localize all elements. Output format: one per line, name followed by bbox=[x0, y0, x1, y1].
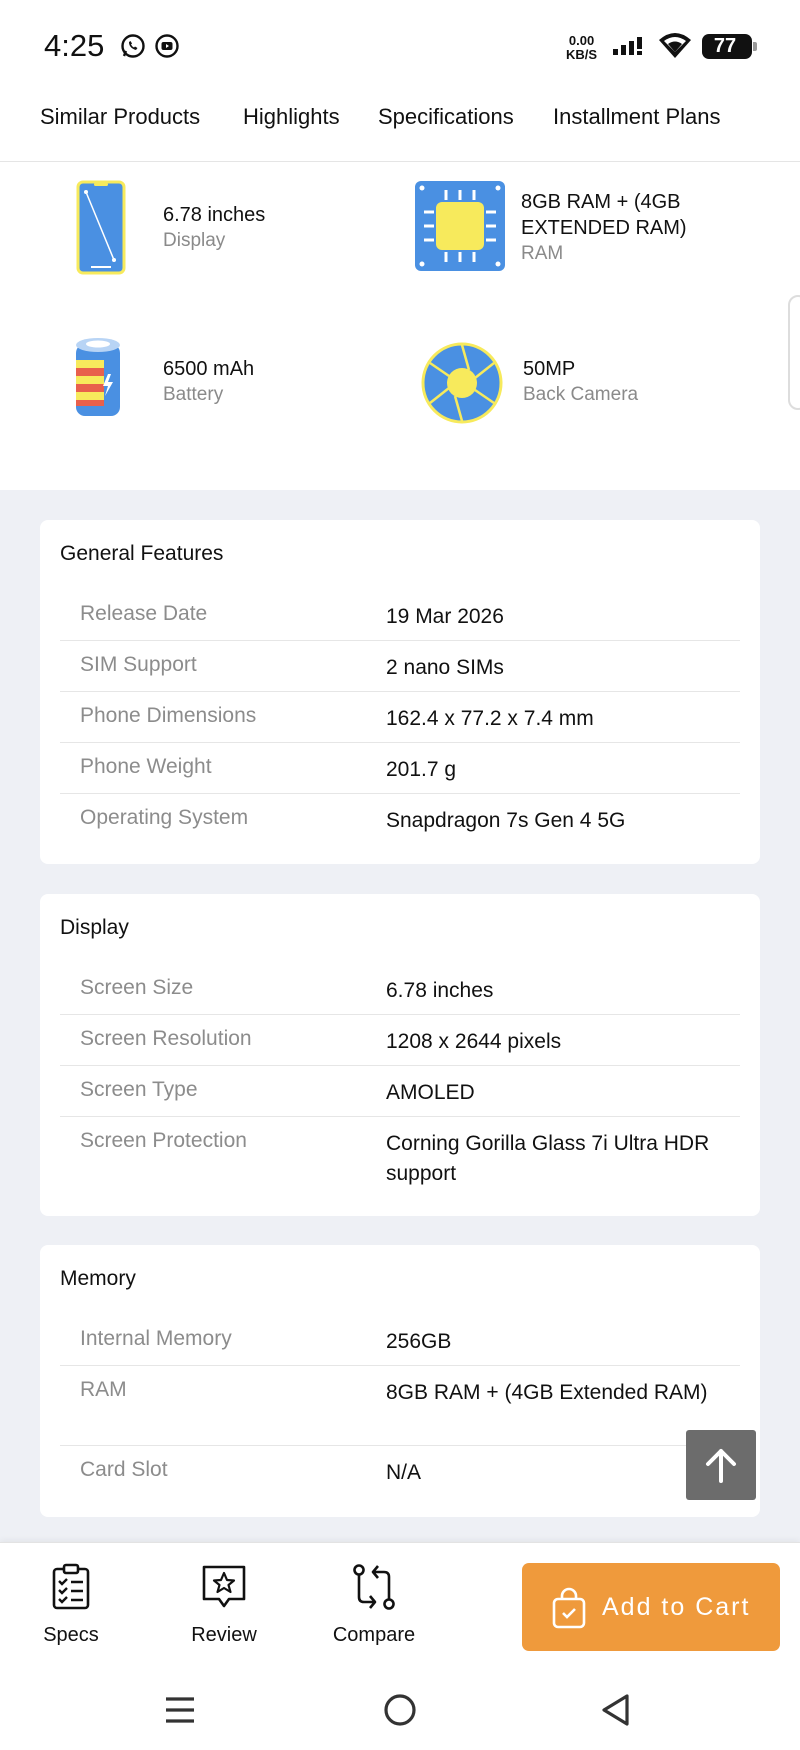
spec-row: Screen Resolution 1208 x 2644 pixels bbox=[60, 1015, 740, 1066]
spec-row: Screen Protection Corning Gorilla Glass … bbox=[60, 1117, 740, 1201]
net-speed-value: 0.00 bbox=[568, 33, 595, 48]
highlight-value: 50MP bbox=[523, 358, 576, 380]
spec-value: 1208 x 2644 pixels bbox=[386, 1030, 562, 1053]
spec-row: Screen Type AMOLED bbox=[60, 1066, 740, 1117]
card-title: Display bbox=[60, 916, 129, 939]
spec-label: Phone Dimensions bbox=[80, 704, 257, 727]
chip-icon bbox=[414, 180, 506, 277]
side-drawer-handle[interactable] bbox=[788, 295, 800, 410]
spec-value: 2 nano SIMs bbox=[386, 656, 504, 679]
spec-label: Phone Weight bbox=[80, 755, 212, 778]
back-icon[interactable] bbox=[600, 1693, 632, 1732]
spec-row: Operating System Snapdragon 7s Gen 4 5G bbox=[60, 794, 740, 845]
spec-value: 8GB RAM + (4GB Extended RAM) bbox=[386, 1381, 708, 1404]
tab-highlights[interactable]: Highlights bbox=[243, 104, 340, 130]
spec-row: Internal Memory 256GB bbox=[60, 1315, 740, 1366]
highlight-value: 6500 mAh bbox=[163, 358, 255, 380]
spec-value: Snapdragon 7s Gen 4 5G bbox=[386, 809, 626, 832]
home-icon[interactable] bbox=[383, 1693, 417, 1732]
battery-icon bbox=[74, 336, 122, 423]
spec-label: Release Date bbox=[80, 602, 208, 625]
specs-label: Specs bbox=[43, 1624, 99, 1646]
spec-value: 19 Mar 2026 bbox=[386, 605, 504, 628]
status-time: 4:25 bbox=[44, 28, 105, 63]
spec-label: Screen Size bbox=[80, 976, 194, 999]
youtube-icon bbox=[154, 33, 180, 64]
wifi-icon bbox=[658, 32, 692, 65]
highlight-battery: 6500 mAh Battery bbox=[163, 356, 254, 408]
spec-value: AMOLED bbox=[386, 1081, 475, 1104]
compare-button[interactable]: Compare bbox=[330, 1563, 418, 1647]
specs-button[interactable]: Specs bbox=[40, 1563, 102, 1647]
spec-row: Phone Dimensions 162.4 x 77.2 x 7.4 mm bbox=[60, 692, 740, 743]
card-title: General Features bbox=[60, 542, 224, 565]
review-label: Review bbox=[191, 1624, 257, 1646]
scroll-to-top-button[interactable] bbox=[686, 1430, 756, 1500]
menu-icon[interactable] bbox=[164, 1694, 196, 1731]
phone-display-icon bbox=[76, 180, 126, 280]
compare-label: Compare bbox=[332, 1624, 416, 1646]
tab-installment-plans[interactable]: Installment Plans bbox=[553, 104, 721, 130]
spec-label: RAM bbox=[80, 1378, 127, 1401]
whatsapp-icon bbox=[120, 33, 146, 64]
net-speed-unit: KB/S bbox=[566, 47, 598, 62]
spec-label: Screen Type bbox=[80, 1078, 198, 1101]
spec-label: Screen Protection bbox=[80, 1129, 247, 1152]
spec-card-memory: Memory Internal Memory 256GB RAM 8GB RAM… bbox=[40, 1245, 760, 1517]
spec-card-general-features: General Features Release Date 19 Mar 202… bbox=[40, 520, 760, 864]
spec-row: Screen Size 6.78 inches bbox=[60, 964, 740, 1015]
tab-similar-products[interactable]: Similar Products bbox=[40, 104, 200, 130]
bottom-action-bar: Specs Review Compare Add to Cart bbox=[0, 1542, 800, 1672]
spec-value: N/A bbox=[386, 1461, 422, 1484]
spec-label: Screen Resolution bbox=[80, 1027, 252, 1050]
star-comment-icon bbox=[200, 1565, 248, 1615]
spec-value: 162.4 x 77.2 x 7.4 mm bbox=[386, 707, 594, 730]
spec-row: SIM Support 2 nano SIMs bbox=[60, 641, 740, 692]
network-speed: 0.00 KB/S bbox=[566, 34, 597, 62]
spec-row: Card Slot N/A bbox=[60, 1446, 740, 1497]
highlight-label: Battery bbox=[163, 384, 224, 405]
spec-row: Release Date 19 Mar 2026 bbox=[60, 590, 740, 641]
add-to-cart-label: Add to Cart bbox=[602, 1593, 751, 1621]
add-to-cart-button[interactable]: Add to Cart bbox=[522, 1563, 780, 1651]
highlight-value: 6.78 inches bbox=[163, 204, 266, 226]
spec-value: 201.7 g bbox=[386, 758, 457, 781]
shopping-bag-icon bbox=[552, 1587, 586, 1634]
card-title: Memory bbox=[60, 1267, 136, 1290]
camera-aperture-icon bbox=[421, 342, 503, 429]
checklist-icon bbox=[47, 1563, 95, 1615]
highlight-label: Back Camera bbox=[523, 384, 639, 405]
signal-icon bbox=[612, 35, 648, 64]
spec-row: RAM 8GB RAM + (4GB Extended RAM) bbox=[60, 1366, 740, 1446]
compare-arrows-icon bbox=[350, 1564, 398, 1615]
spec-label: Internal Memory bbox=[80, 1327, 232, 1350]
spec-value: 256GB bbox=[386, 1330, 452, 1353]
highlights-panel: 6.78 inches Display 8GB RAM + (4GB EXTEN… bbox=[0, 162, 800, 490]
spec-value: 6.78 inches bbox=[386, 979, 494, 1002]
highlight-label: RAM bbox=[521, 243, 564, 264]
spec-label: SIM Support bbox=[80, 653, 197, 676]
spec-row: Phone Weight 201.7 g bbox=[60, 743, 740, 794]
spec-card-display: Display Screen Size 6.78 inches Screen R… bbox=[40, 894, 760, 1216]
spec-label: Card Slot bbox=[80, 1458, 168, 1481]
spec-label: Operating System bbox=[80, 806, 249, 829]
highlight-label: Display bbox=[163, 230, 226, 251]
section-tabs: Similar Products Highlights Specificatio… bbox=[0, 90, 800, 162]
highlight-value: 8GB RAM + (4GB EXTENDED RAM) bbox=[521, 191, 687, 239]
highlight-display: 6.78 inches Display bbox=[163, 202, 265, 254]
status-bar: 4:25 0.00 KB/S 77 bbox=[0, 0, 800, 90]
battery-indicator: 77 bbox=[702, 34, 757, 59]
highlight-ram: 8GB RAM + (4GB EXTENDED RAM) RAM bbox=[521, 189, 701, 267]
tab-specifications[interactable]: Specifications bbox=[378, 104, 514, 130]
system-nav-bar bbox=[0, 1672, 800, 1750]
spec-value: Corning Gorilla Glass 7i Ultra HDR suppo… bbox=[386, 1132, 710, 1185]
review-button[interactable]: Review bbox=[188, 1563, 260, 1647]
battery-level: 77 bbox=[713, 35, 737, 57]
arrow-up-icon bbox=[701, 1445, 741, 1490]
highlight-camera: 50MP Back Camera bbox=[523, 356, 638, 408]
